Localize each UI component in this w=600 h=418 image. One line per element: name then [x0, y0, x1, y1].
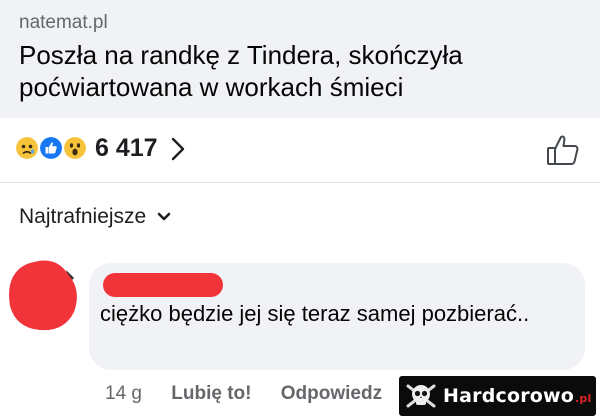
- comment-reply-button[interactable]: Odpowiedz: [281, 383, 382, 405]
- sad-reaction-icon: [14, 135, 40, 161]
- skull-icon: [406, 384, 436, 408]
- link-source-domain: natemat.pl: [19, 12, 108, 33]
- reaction-icons-group[interactable]: [14, 135, 94, 161]
- comment-actions: 14 g Lubię to! Odpowiedz: [105, 383, 382, 405]
- chevron-down-icon: [157, 212, 170, 221]
- like-reaction-icon: [38, 135, 64, 161]
- watermark-logo: Hardcorowo.pl: [399, 376, 596, 416]
- link-title[interactable]: Poszła na randkę z Tindera, skończyła po…: [19, 39, 579, 103]
- watermark-text: Hardcorowo.pl: [443, 385, 592, 407]
- wow-reaction-icon: [62, 135, 88, 161]
- commenter-name-redacted[interactable]: [103, 273, 223, 297]
- link-preview-card[interactable]: natemat.pl Poszła na randkę z Tindera, s…: [0, 0, 600, 118]
- avatar-redacted[interactable]: [4, 254, 90, 334]
- comment-sort-dropdown[interactable]: Najtrafniejsze: [19, 205, 171, 235]
- comment-like-button[interactable]: Lubię to!: [171, 383, 251, 405]
- sort-label: Najtrafniejsze: [19, 205, 147, 228]
- reaction-count[interactable]: 6 417: [95, 134, 158, 163]
- comment-timestamp[interactable]: 14 g: [105, 383, 142, 405]
- like-button-icon[interactable]: [546, 134, 580, 166]
- reactions-bar: 6 417: [0, 118, 600, 183]
- chevron-right-icon[interactable]: [170, 136, 186, 162]
- comment-bubble[interactable]: ciężko będzie jej się teraz samej pozbie…: [89, 263, 585, 370]
- comment-text: ciężko będzie jej się teraz samej pozbie…: [100, 301, 530, 326]
